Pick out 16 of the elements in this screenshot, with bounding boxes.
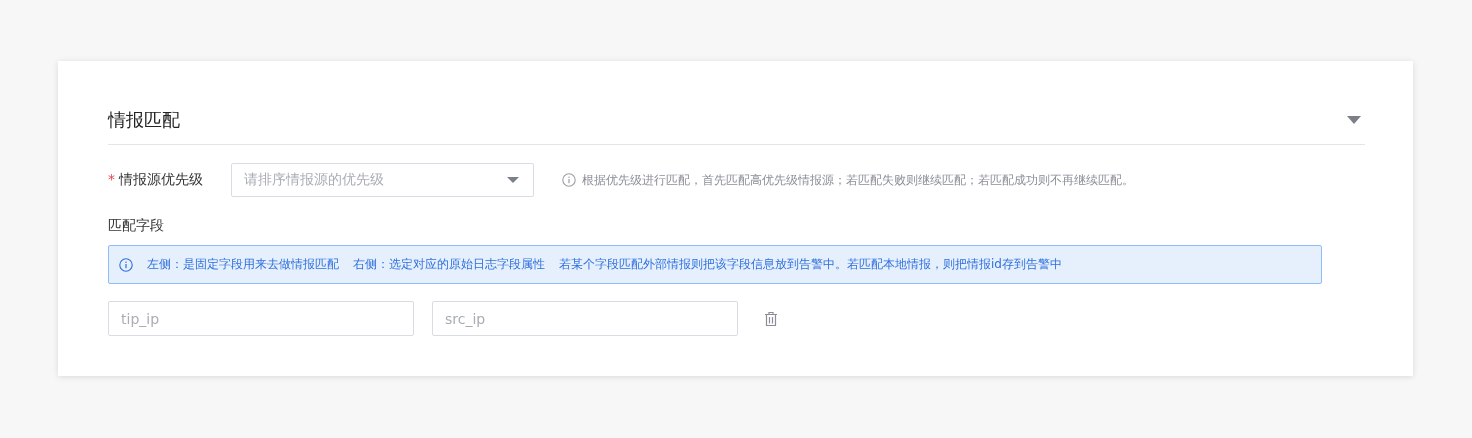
info-icon xyxy=(562,173,576,187)
input-field[interactable]: tip_ip xyxy=(108,301,414,336)
info-icon xyxy=(119,257,133,272)
field-label: 情报源优先级 xyxy=(119,171,203,189)
priority-select[interactable]: 请排序情报源的优先级 xyxy=(231,163,534,197)
caret-icon xyxy=(507,177,519,183)
notice-text: 左侧：是固定字段用来去做情报匹配 xyxy=(147,256,339,273)
hint-text: 根据优先级进行匹配，首先匹配高优先级情报源；若匹配失败则继续匹配；若匹配成功则不再继续匹配。 xyxy=(582,171,1134,189)
required-asterisk: * xyxy=(108,171,115,189)
input-field[interactable]: src_ip xyxy=(432,301,738,336)
notice-text: 若某个字段匹配外部情报则把该字段信息放到告警中。若匹配本地情报，则把情报id存到告警中 xyxy=(559,256,1062,273)
notice-text: 右侧：选定对应的原始日志字段属性 xyxy=(353,256,545,273)
section-title: 情报匹配 xyxy=(108,107,180,132)
trash-icon[interactable] xyxy=(764,310,778,327)
field-label: 匹配字段 xyxy=(108,217,165,235)
caret-icon[interactable] xyxy=(1347,115,1361,124)
